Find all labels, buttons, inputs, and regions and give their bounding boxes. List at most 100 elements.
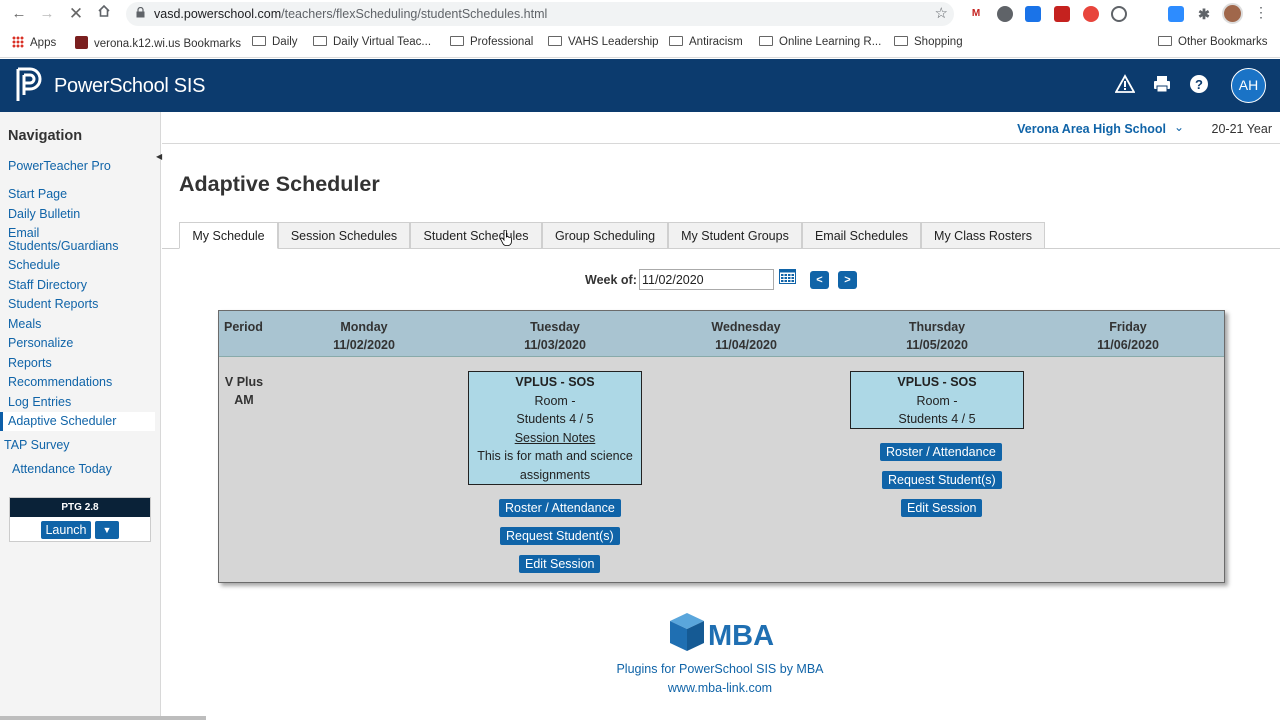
session-card-thursday[interactable]: VPLUS - SOS Room - Students 4 / 5 — [850, 371, 1024, 429]
zoom-extension-icon[interactable] — [1168, 6, 1184, 22]
calendar-icon[interactable] — [779, 268, 796, 284]
app-header: PowerSchool SIS ? AH — [0, 59, 1280, 112]
sidebar-item-adaptive-scheduler[interactable]: Adaptive Scheduler — [8, 415, 116, 428]
bookmark-folder[interactable]: Professional — [450, 36, 533, 48]
session-room: Room - — [916, 393, 958, 408]
mba-logo[interactable]: MBA — [668, 611, 776, 655]
school-year[interactable]: 20-21 Year — [1212, 122, 1272, 136]
sidebar-item-powerteacher-pro[interactable]: PowerTeacher Pro — [8, 160, 111, 173]
roster-attendance-button[interactable]: Roster / Attendance — [499, 499, 621, 517]
sidebar-item-schedule[interactable]: Schedule — [8, 259, 60, 272]
tab-session-schedules[interactable]: Session Schedules — [278, 222, 410, 249]
tab-my-class-rosters[interactable]: My Class Rosters — [921, 222, 1045, 249]
launch-button[interactable]: Launch — [41, 521, 91, 539]
bookmark-folder[interactable]: VAHS Leadership — [548, 36, 659, 48]
request-students-button[interactable]: Request Student(s) — [882, 471, 1002, 489]
previous-week-button[interactable]: < — [810, 271, 829, 289]
ptg-title: PTG 2.8 — [10, 498, 150, 517]
plugins-credit-link[interactable]: Plugins for PowerSchool SIS by MBA — [560, 662, 880, 676]
edit-session-button[interactable]: Edit Session — [901, 499, 983, 517]
week-date-input[interactable] — [639, 269, 774, 290]
week-label: Week of: — [585, 273, 637, 287]
tab-my-student-groups[interactable]: My Student Groups — [668, 222, 802, 249]
page-title: Adaptive Scheduler — [179, 172, 380, 196]
printer-icon[interactable] — [1151, 74, 1173, 96]
day-header-monday: Monday 11/02/2020 — [333, 320, 395, 352]
folder-icon — [548, 36, 562, 46]
alert-icon[interactable] — [1114, 74, 1136, 96]
period-label: V Plus AM — [224, 375, 264, 407]
sidebar-item-tap-survey[interactable]: TAP Survey — [4, 439, 70, 452]
sidebar-item-start-page[interactable]: Start Page — [8, 188, 67, 201]
folder-icon — [450, 36, 464, 46]
bookmark-other[interactable]: Other Bookmarks — [1158, 36, 1267, 48]
profile-avatar[interactable] — [1222, 3, 1243, 24]
extension-icon[interactable] — [1054, 6, 1070, 22]
session-students: Students 4 / 5 — [516, 412, 594, 426]
session-note-text: This is for math and science assignments — [477, 449, 633, 482]
address-bar[interactable]: vasd.powerschool.com/teachers/flexSchedu… — [126, 2, 954, 26]
apps-grid-icon — [12, 36, 24, 48]
folder-icon — [669, 36, 683, 46]
sidebar-item-log-entries[interactable]: Log Entries — [8, 396, 71, 409]
session-notes-link[interactable]: Session Notes — [469, 429, 641, 448]
sidebar-item-daily-bulletin[interactable]: Daily Bulletin — [8, 208, 80, 221]
extension-icon[interactable] — [1111, 6, 1127, 22]
bookmark-star-icon[interactable]: ☆ — [935, 4, 948, 22]
session-title: VPLUS - SOS — [515, 375, 595, 389]
puzzle-extensions-icon[interactable]: ✱ — [1196, 6, 1212, 22]
collapse-sidebar-icon[interactable]: ◀ — [156, 152, 164, 166]
folder-icon — [252, 36, 266, 46]
bookmark-folder[interactable]: Daily Virtual Teac... — [313, 36, 431, 48]
bookmark-folder[interactable]: Online Learning R... — [759, 36, 881, 48]
folder-icon — [313, 36, 327, 46]
bookmark-folder[interactable]: Antiracism — [669, 36, 743, 48]
extension-icon[interactable] — [997, 6, 1013, 22]
next-week-button[interactable]: > — [838, 271, 857, 289]
back-arrow-icon[interactable]: ← — [9, 4, 29, 24]
url-text: vasd.powerschool.com/teachers/flexSchedu… — [154, 7, 548, 21]
help-icon[interactable]: ? — [1188, 74, 1210, 96]
school-selector[interactable]: Verona Area High School — [1017, 122, 1166, 136]
day-header-friday: Friday 11/06/2020 — [1097, 320, 1159, 352]
mba-logo-text: MBA — [708, 620, 774, 652]
user-avatar[interactable]: AH — [1231, 68, 1266, 103]
sidebar-item-email[interactable]: Email Students/Guardians — [8, 227, 128, 252]
bookmark-apps[interactable]: Apps — [12, 36, 56, 49]
roster-attendance-button[interactable]: Roster / Attendance — [880, 443, 1002, 461]
extension-icon[interactable] — [1025, 6, 1041, 22]
bookmark-folder[interactable]: Shopping — [894, 36, 963, 48]
gmail-extension-icon[interactable]: M — [968, 6, 984, 22]
request-students-button[interactable]: Request Student(s) — [500, 527, 620, 545]
edit-session-button[interactable]: Edit Session — [519, 555, 601, 573]
chevron-down-icon[interactable]: ⌄ — [1174, 120, 1184, 134]
mba-website-link[interactable]: www.mba-link.com — [560, 681, 880, 695]
day-header-tuesday: Tuesday 11/03/2020 — [524, 320, 586, 352]
tab-group-scheduling[interactable]: Group Scheduling — [542, 222, 668, 249]
tab-my-schedule[interactable]: My Schedule — [179, 222, 278, 249]
home-icon[interactable] — [94, 4, 114, 24]
extension-icon[interactable] — [1140, 6, 1156, 22]
sidebar-item-recommendations[interactable]: Recommendations — [8, 376, 112, 389]
tab-email-schedules[interactable]: Email Schedules — [802, 222, 921, 249]
more-menu-icon[interactable]: ⋮ — [1254, 4, 1268, 21]
bookmark-verona[interactable]: verona.k12.wi.us Bookmarks — [75, 36, 241, 50]
stop-loading-icon[interactable]: ✕ — [66, 4, 86, 24]
sidebar-item-meals[interactable]: Meals — [8, 318, 41, 331]
lock-icon — [136, 7, 145, 18]
app-title[interactable]: PowerSchool SIS — [54, 75, 205, 98]
sidebar-item-reports[interactable]: Reports — [8, 357, 52, 370]
sidebar-heading: Navigation — [8, 128, 83, 144]
sidebar-item-student-reports[interactable]: Student Reports — [8, 298, 98, 311]
horizontal-scrollbar[interactable] — [0, 716, 206, 720]
sidebar-item-staff-directory[interactable]: Staff Directory — [8, 279, 87, 292]
bookmark-folder[interactable]: Daily — [252, 36, 298, 48]
sidebar-item-personalize[interactable]: Personalize — [8, 337, 73, 350]
browser-toolbar: ← → ✕ vasd.powerschool.com/teachers/flex… — [0, 0, 1280, 28]
launch-dropdown-icon[interactable]: ▼ — [95, 521, 119, 539]
forward-arrow-icon[interactable]: → — [37, 4, 57, 24]
sidebar-item-attendance-today[interactable]: Attendance Today — [12, 463, 112, 476]
tab-student-schedules[interactable]: Student Schedules — [410, 222, 542, 249]
extension-icon[interactable] — [1083, 6, 1099, 22]
session-card-tuesday[interactable]: VPLUS - SOS Room - Students 4 / 5 Sessio… — [468, 371, 642, 485]
